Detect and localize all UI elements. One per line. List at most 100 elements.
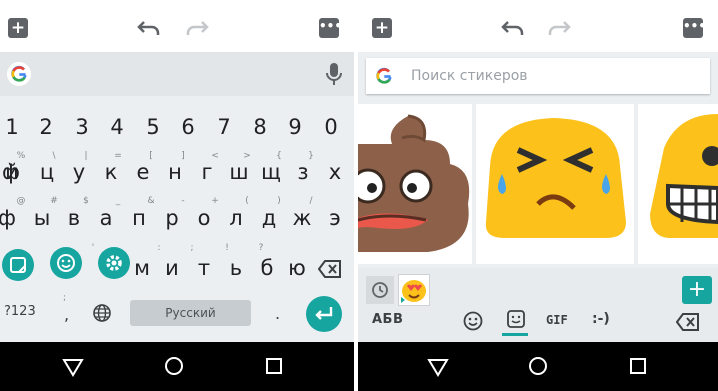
key[interactable]: э <box>318 206 352 230</box>
tab-abc[interactable]: АБВ <box>372 312 403 327</box>
backspace-icon[interactable] <box>318 260 342 278</box>
symbols-key[interactable]: ?123 <box>4 304 36 319</box>
search-placeholder: Поиск стикеров <box>411 68 528 84</box>
enter-icon[interactable] <box>306 296 342 332</box>
keyboard-toolbar: + ••• <box>0 0 354 52</box>
key-hint: ) <box>277 196 281 206</box>
sticker-search[interactable]: Поиск стикеров <box>366 58 710 94</box>
undo-icon[interactable] <box>136 16 162 40</box>
globe-icon[interactable] <box>92 303 112 323</box>
key[interactable]: к <box>94 160 128 184</box>
nav-bar-left <box>0 342 354 391</box>
key[interactable]: 0 <box>314 115 348 139</box>
key-hint: ( <box>245 196 249 206</box>
clock-icon <box>372 282 388 298</box>
mic-icon[interactable] <box>324 62 344 86</box>
key[interactable]: ю <box>280 256 314 280</box>
key[interactable]: 4 <box>100 115 134 139</box>
tab-stickers[interactable] <box>500 308 530 336</box>
back-icon[interactable] <box>427 357 449 377</box>
key[interactable]: о <box>187 206 221 230</box>
key-hint: ; <box>190 243 194 253</box>
key[interactable]: р <box>155 206 189 230</box>
add-icon[interactable]: + <box>372 18 392 38</box>
key[interactable]: т <box>187 256 221 280</box>
key[interactable]: 5 <box>136 115 170 139</box>
poop-sticker[interactable] <box>358 104 472 264</box>
key[interactable]: з <box>286 160 320 184</box>
key[interactable]: м <box>125 256 159 280</box>
key[interactable]: 3 <box>65 115 99 139</box>
sticker-icon[interactable] <box>2 249 34 281</box>
key-hint: # <box>50 196 58 206</box>
key[interactable]: б <box>250 256 284 280</box>
key[interactable]: в <box>57 206 91 230</box>
key[interactable]: 6 <box>171 115 205 139</box>
key[interactable]: ф <box>0 206 24 230</box>
key[interactable]: л <box>219 206 253 230</box>
key[interactable]: д <box>252 206 286 230</box>
undo-icon[interactable] <box>500 16 526 40</box>
sticker-icon <box>507 310 525 328</box>
home-icon[interactable] <box>164 356 184 376</box>
active-tab-indicator <box>502 333 528 336</box>
emoji-icon[interactable] <box>50 247 82 279</box>
space-bar[interactable]: Русский <box>130 300 251 326</box>
comma-key[interactable]: , <box>64 305 69 324</box>
add-icon[interactable]: + <box>682 276 712 304</box>
key-hint: @ <box>16 196 26 206</box>
google-g-icon[interactable] <box>7 62 31 86</box>
key[interactable]: у <box>62 160 96 184</box>
nav-bar-right <box>358 342 718 391</box>
key[interactable]: е <box>126 160 160 184</box>
key[interactable]: а <box>89 206 123 230</box>
add-icon[interactable]: + <box>8 18 28 38</box>
heart-eyes-sticker[interactable] <box>398 274 430 306</box>
key[interactable]: ш <box>222 160 256 184</box>
backspace-icon[interactable] <box>676 313 700 331</box>
redo-icon[interactable] <box>546 16 572 40</box>
key-hint: ! <box>225 243 229 253</box>
key-hint: - <box>181 196 185 206</box>
settings-icon[interactable] <box>98 247 130 279</box>
key-hint: & <box>147 196 155 206</box>
key[interactable]: г <box>190 160 224 184</box>
recent-tab[interactable] <box>366 276 394 304</box>
sticker-toolbar: + ••• <box>358 0 718 52</box>
suggestion-strip <box>0 52 354 96</box>
back-icon[interactable] <box>62 357 84 377</box>
keyboard-panel: + ••• 1 2 3 4 5 6 7 8 9 0 % \ | = [] < … <box>0 0 354 342</box>
recents-icon[interactable] <box>629 357 647 375</box>
tab-gif[interactable]: GIF <box>546 313 568 327</box>
emoji-icon[interactable] <box>462 310 484 332</box>
recents-icon[interactable] <box>265 357 283 375</box>
key-hint: / <box>309 196 313 206</box>
google-g-icon <box>376 67 392 84</box>
key-hint: _ <box>115 196 121 206</box>
key[interactable]: 2 <box>29 115 63 139</box>
key[interactable]: 8 <box>243 115 277 139</box>
key[interactable]: п <box>122 206 156 230</box>
key[interactable]: и <box>155 256 189 280</box>
home-icon[interactable] <box>528 356 548 376</box>
key[interactable]: х <box>318 160 352 184</box>
squinting-face-sticker[interactable] <box>476 104 634 264</box>
key[interactable]: ь <box>219 256 253 280</box>
period-key[interactable]: . <box>275 304 280 323</box>
key[interactable]: 7 <box>207 115 241 139</box>
key[interactable]: ж <box>285 206 319 230</box>
key[interactable]: й <box>2 160 22 184</box>
sticker-bottom-bar: + АБВ GIF :-) <box>358 268 718 342</box>
tab-emoticons[interactable]: :-) <box>592 311 610 327</box>
redo-icon[interactable] <box>184 16 210 40</box>
key[interactable]: щ <box>254 160 288 184</box>
more-icon[interactable]: ••• <box>683 18 706 38</box>
more-icon[interactable]: ••• <box>319 18 342 38</box>
grimacing-face-sticker[interactable] <box>638 104 718 264</box>
key[interactable]: 9 <box>278 115 312 139</box>
key[interactable]: ы <box>25 206 59 230</box>
key-hint: $ <box>83 196 89 206</box>
key[interactable]: 1 <box>0 115 29 139</box>
key[interactable]: ц <box>30 160 64 184</box>
key[interactable]: н <box>158 160 192 184</box>
